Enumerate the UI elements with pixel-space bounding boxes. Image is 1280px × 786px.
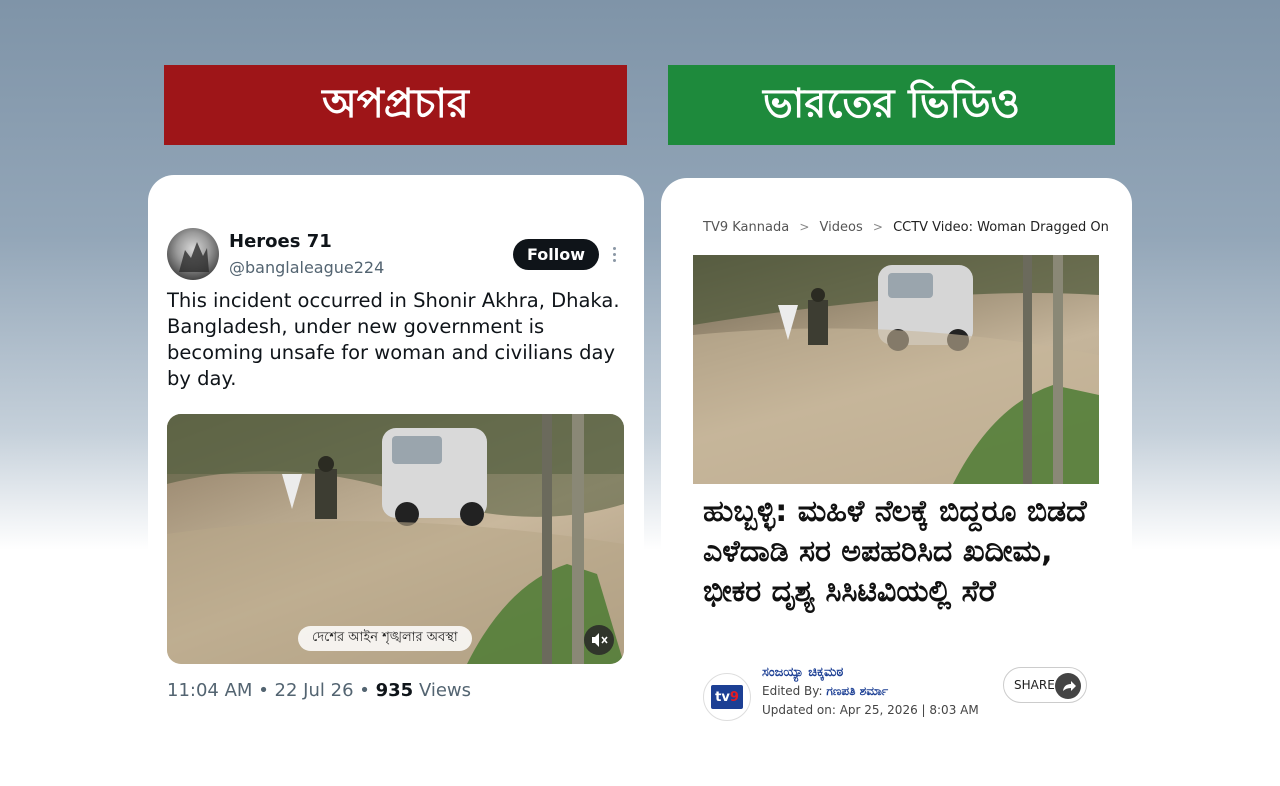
- avatar[interactable]: [167, 228, 219, 280]
- chevron-right-icon: >: [799, 220, 810, 234]
- video-frame-illustration: [693, 255, 1099, 484]
- misinformation-banner: অপপ্রচার: [164, 65, 627, 145]
- tweet-date[interactable]: 22 Jul 26: [275, 680, 354, 701]
- meta-separator: •: [258, 680, 269, 701]
- author-name[interactable]: Heroes 71: [229, 231, 332, 252]
- tv9-logo[interactable]: tv 9: [703, 673, 751, 721]
- article-headline: ಹುಬ್ಬಳ್ಳಿ: ಮಹಿಳೆ ನೆಲಕ್ಕೆ ಬಿದ್ದರೂ ಬಿಡದೆ ಎ…: [703, 494, 1087, 609]
- views-count: 935: [375, 680, 414, 701]
- article-author[interactable]: ಸಂಜಯ್ಯಾ ಚಿಕ್ಕಮಠ: [762, 665, 843, 680]
- meta-separator: •: [359, 680, 370, 701]
- breadcrumb-item-current: CCTV Video: Woman Dragged On: [893, 220, 1109, 235]
- video-caption: দেশের আইন শৃঙ্খলার অবস্থা: [298, 626, 472, 651]
- tweet-time[interactable]: 11:04 AM: [167, 680, 252, 701]
- tweet-video[interactable]: দেশের আইন শৃঙ্খলার অবস্থা: [167, 414, 624, 664]
- tweet-text: This incident occurred in Shonir Akhra, …: [167, 289, 620, 390]
- article-card: TV9 Kannada > Videos > CCTV Video: Woman…: [661, 178, 1132, 738]
- chevron-right-icon: >: [872, 220, 883, 234]
- breadcrumb-item-videos[interactable]: Videos: [820, 220, 863, 235]
- more-options-icon[interactable]: [609, 245, 619, 265]
- tweet-metadata: 11:04 AM • 22 Jul 26 • 935 Views: [167, 680, 471, 701]
- breadcrumb: TV9 Kannada > Videos > CCTV Video: Woman…: [703, 220, 1109, 235]
- share-button[interactable]: SHARE: [1003, 667, 1087, 703]
- article-editor: Edited By: ಗಣಪತಿ ಶರ್ಮಾ: [762, 684, 889, 698]
- author-handle[interactable]: @banglaleague224: [229, 258, 384, 277]
- article-updated: Updated on: Apr 25, 2026 | 8:03 AM: [762, 703, 979, 717]
- article-video[interactable]: [693, 255, 1099, 484]
- indian-video-banner: ভারতের ভিডিও: [668, 65, 1115, 145]
- follow-button[interactable]: Follow: [513, 239, 599, 270]
- mute-icon[interactable]: [584, 625, 614, 655]
- breadcrumb-item-home[interactable]: TV9 Kannada: [703, 220, 789, 235]
- editor-name[interactable]: ಗಣಪತಿ ಶರ್ಮಾ: [826, 684, 888, 698]
- share-arrow-icon: [1055, 673, 1081, 699]
- tweet-card: Heroes 71 @banglaleague224 Follow This i…: [148, 175, 644, 735]
- tv9-logo-mark: tv 9: [711, 685, 743, 709]
- views-label: Views: [418, 680, 472, 701]
